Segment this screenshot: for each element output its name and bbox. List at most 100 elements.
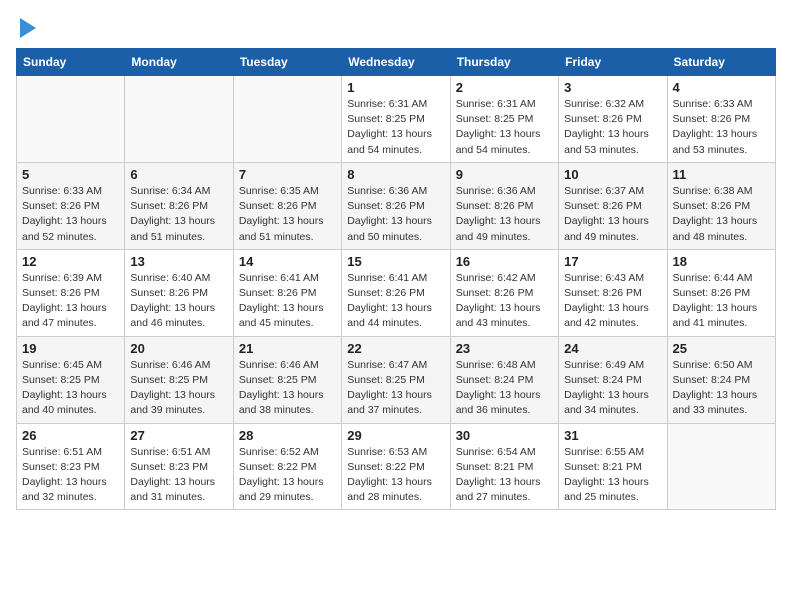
day-number: 15 [347, 254, 444, 269]
calendar-cell: 25 Sunrise: 6:50 AMSunset: 8:24 PMDayligh… [667, 336, 775, 423]
day-info: Sunrise: 6:45 AMSunset: 8:25 PMDaylight:… [22, 358, 119, 419]
day-number: 21 [239, 341, 336, 356]
calendar-cell: 28Sunrise: 6:52 AMSunset: 8:22 PMDayligh… [233, 423, 341, 510]
day-info: Sunrise: 6:34 AMSunset: 8:26 PMDaylight:… [130, 184, 227, 245]
day-info: Sunrise: 6:38 AMSunset: 8:26 PMDaylight:… [673, 184, 770, 245]
calendar-cell: 3 Sunrise: 6:32 AMSunset: 8:26 PMDaylight… [559, 76, 667, 163]
day-number: 10 [564, 167, 661, 182]
day-number: 5 [22, 167, 119, 182]
day-info: Sunrise: 6:33 AMSunset: 8:26 PMDaylight:… [22, 184, 119, 245]
day-number: 22 [347, 341, 444, 356]
calendar-cell: 16Sunrise: 6:42 AMSunset: 8:26 PMDayligh… [450, 249, 558, 336]
day-info: Sunrise: 6:51 AMSunset: 8:23 PMDaylight:… [22, 445, 119, 506]
day-info: Sunrise: 6:32 AMSunset: 8:26 PMDaylight:… [564, 97, 661, 158]
day-info: Sunrise: 6:37 AMSunset: 8:26 PMDaylight:… [564, 184, 661, 245]
week-row-4: 19Sunrise: 6:45 AMSunset: 8:25 PMDayligh… [17, 336, 776, 423]
calendar-cell: 31Sunrise: 6:55 AMSunset: 8:21 PMDayligh… [559, 423, 667, 510]
day-number: 30 [456, 428, 553, 443]
day-number: 8 [347, 167, 444, 182]
day-info: Sunrise: 6:48 AMSunset: 8:24 PMDaylight:… [456, 358, 553, 419]
calendar-cell: 14 Sunrise: 6:41 AMSunset: 8:26 PMDayligh… [233, 249, 341, 336]
day-info: Sunrise: 6:39 AMSunset: 8:26 PMDaylight:… [22, 271, 119, 332]
day-number: 1 [347, 80, 444, 95]
day-number: 23 [456, 341, 553, 356]
calendar-cell [125, 76, 233, 163]
day-info: Sunrise: 6:50 AMSunset: 8:24 PMDaylight:… [673, 358, 770, 419]
day-number: 2 [456, 80, 553, 95]
day-number: 11 [673, 167, 770, 182]
week-row-5: 26 Sunrise: 6:51 AMSunset: 8:23 PMDayligh… [17, 423, 776, 510]
day-info: Sunrise: 6:52 AMSunset: 8:22 PMDaylight:… [239, 445, 336, 506]
calendar-cell: 9 Sunrise: 6:36 AMSunset: 8:26 PMDaylight… [450, 162, 558, 249]
day-info: Sunrise: 6:36 AMSunset: 8:26 PMDaylight:… [456, 184, 553, 245]
day-info: Sunrise: 6:31 AMSunset: 8:25 PMDaylight:… [456, 97, 553, 158]
calendar-cell [233, 76, 341, 163]
calendar-cell: 19Sunrise: 6:45 AMSunset: 8:25 PMDayligh… [17, 336, 125, 423]
week-row-2: 5 Sunrise: 6:33 AMSunset: 8:26 PMDaylight… [17, 162, 776, 249]
calendar-cell: 22 Sunrise: 6:47 AMSunset: 8:25 PMDayligh… [342, 336, 450, 423]
day-info: Sunrise: 6:49 AMSunset: 8:24 PMDaylight:… [564, 358, 661, 419]
calendar-cell: 29Sunrise: 6:53 AMSunset: 8:22 PMDayligh… [342, 423, 450, 510]
day-info: Sunrise: 6:46 AMSunset: 8:25 PMDaylight:… [130, 358, 227, 419]
day-info: Sunrise: 6:44 AMSunset: 8:26 PMDaylight:… [673, 271, 770, 332]
calendar-cell: 7Sunrise: 6:35 AMSunset: 8:26 PMDaylight… [233, 162, 341, 249]
day-info: Sunrise: 6:46 AMSunset: 8:25 PMDaylight:… [239, 358, 336, 419]
calendar-cell: 5 Sunrise: 6:33 AMSunset: 8:26 PMDaylight… [17, 162, 125, 249]
calendar-cell: 4 Sunrise: 6:33 AMSunset: 8:26 PMDaylight… [667, 76, 775, 163]
weekday-header-wednesday: Wednesday [342, 49, 450, 76]
day-number: 9 [456, 167, 553, 182]
day-number: 13 [130, 254, 227, 269]
day-number: 29 [347, 428, 444, 443]
day-info: Sunrise: 6:54 AMSunset: 8:21 PMDaylight:… [456, 445, 553, 506]
day-number: 14 [239, 254, 336, 269]
day-number: 16 [456, 254, 553, 269]
calendar-cell: 1 Sunrise: 6:31 AMSunset: 8:25 PMDaylight… [342, 76, 450, 163]
logo [16, 16, 36, 38]
weekday-header-saturday: Saturday [667, 49, 775, 76]
calendar-cell: 18 Sunrise: 6:44 AMSunset: 8:26 PMDayligh… [667, 249, 775, 336]
calendar-cell: 21 Sunrise: 6:46 AMSunset: 8:25 PMDayligh… [233, 336, 341, 423]
calendar-cell: 2 Sunrise: 6:31 AMSunset: 8:25 PMDaylight… [450, 76, 558, 163]
day-number: 6 [130, 167, 227, 182]
calendar-cell: 24 Sunrise: 6:49 AMSunset: 8:24 PMDayligh… [559, 336, 667, 423]
day-number: 26 [22, 428, 119, 443]
weekday-header-sunday: Sunday [17, 49, 125, 76]
calendar-cell: 6 Sunrise: 6:34 AMSunset: 8:26 PMDaylight… [125, 162, 233, 249]
day-number: 3 [564, 80, 661, 95]
calendar-cell: 11 Sunrise: 6:38 AMSunset: 8:26 PMDayligh… [667, 162, 775, 249]
calendar-cell: 10 Sunrise: 6:37 AMSunset: 8:26 PMDayligh… [559, 162, 667, 249]
calendar-cell: 15 Sunrise: 6:41 AMSunset: 8:26 PMDayligh… [342, 249, 450, 336]
day-number: 17 [564, 254, 661, 269]
day-info: Sunrise: 6:43 AMSunset: 8:26 PMDaylight:… [564, 271, 661, 332]
calendar-cell: 30 Sunrise: 6:54 AMSunset: 8:21 PMDayligh… [450, 423, 558, 510]
day-info: Sunrise: 6:40 AMSunset: 8:26 PMDaylight:… [130, 271, 227, 332]
day-info: Sunrise: 6:31 AMSunset: 8:25 PMDaylight:… [347, 97, 444, 158]
calendar-cell: 26 Sunrise: 6:51 AMSunset: 8:23 PMDayligh… [17, 423, 125, 510]
day-number: 27 [130, 428, 227, 443]
page-header [16, 16, 776, 38]
day-number: 18 [673, 254, 770, 269]
day-info: Sunrise: 6:41 AMSunset: 8:26 PMDaylight:… [239, 271, 336, 332]
calendar-cell: 20Sunrise: 6:46 AMSunset: 8:25 PMDayligh… [125, 336, 233, 423]
calendar-cell: 27 Sunrise: 6:51 AMSunset: 8:23 PMDayligh… [125, 423, 233, 510]
calendar-cell [17, 76, 125, 163]
day-info: Sunrise: 6:51 AMSunset: 8:23 PMDaylight:… [130, 445, 227, 506]
day-info: Sunrise: 6:41 AMSunset: 8:26 PMDaylight:… [347, 271, 444, 332]
day-number: 4 [673, 80, 770, 95]
week-row-3: 12 Sunrise: 6:39 AMSunset: 8:26 PMDayligh… [17, 249, 776, 336]
day-info: Sunrise: 6:47 AMSunset: 8:25 PMDaylight:… [347, 358, 444, 419]
day-info: Sunrise: 6:33 AMSunset: 8:26 PMDaylight:… [673, 97, 770, 158]
calendar-cell: 13 Sunrise: 6:40 AMSunset: 8:26 PMDayligh… [125, 249, 233, 336]
day-info: Sunrise: 6:36 AMSunset: 8:26 PMDaylight:… [347, 184, 444, 245]
day-number: 12 [22, 254, 119, 269]
weekday-header-thursday: Thursday [450, 49, 558, 76]
weekday-header-monday: Monday [125, 49, 233, 76]
day-number: 7 [239, 167, 336, 182]
day-number: 24 [564, 341, 661, 356]
day-number: 25 [673, 341, 770, 356]
weekday-header-friday: Friday [559, 49, 667, 76]
calendar-cell [667, 423, 775, 510]
calendar-cell: 8 Sunrise: 6:36 AMSunset: 8:26 PMDaylight… [342, 162, 450, 249]
logo-arrow-icon [20, 18, 36, 38]
day-number: 31 [564, 428, 661, 443]
